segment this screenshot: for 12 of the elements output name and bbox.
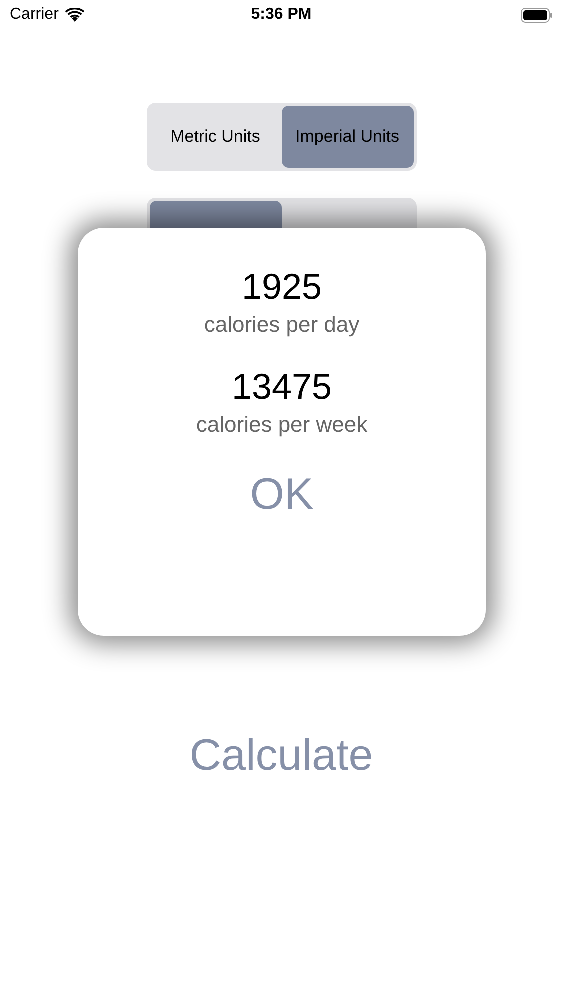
status-time: 5:36 PM	[251, 6, 312, 24]
calorie-value: 13475	[232, 366, 332, 408]
unit-segment[interactable]: Metric Units	[150, 106, 282, 168]
unit-segment[interactable]: Imperial Units	[282, 106, 414, 168]
carrier-name: Carrier	[10, 6, 59, 24]
calorie-caption: calories per day	[204, 312, 360, 338]
calorie-caption: calories per week	[196, 412, 368, 438]
battery-icon	[521, 8, 553, 22]
calorie-value: 1925	[242, 266, 322, 308]
wifi-icon	[64, 8, 85, 22]
ok-button[interactable]: OK	[244, 470, 320, 520]
calculate-button[interactable]: Calculate	[186, 731, 378, 781]
